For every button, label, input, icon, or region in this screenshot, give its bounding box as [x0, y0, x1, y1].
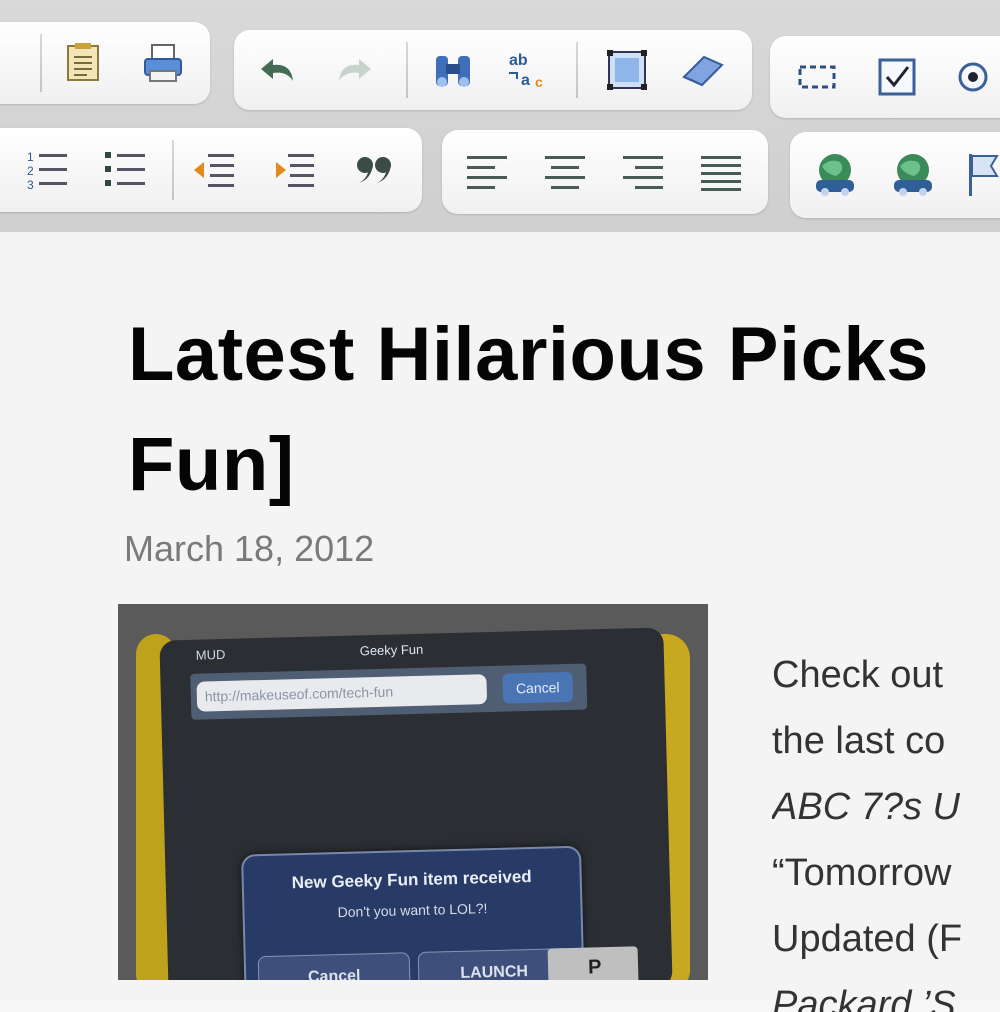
toolbar-group-links	[790, 132, 1000, 218]
print-button[interactable]	[140, 40, 186, 86]
anchor-button[interactable]	[960, 152, 1000, 198]
paste-button[interactable]	[60, 40, 106, 86]
align-left-icon	[467, 156, 507, 189]
toolbar-group-align	[442, 130, 768, 214]
align-right-icon	[623, 156, 663, 189]
redo-icon	[339, 59, 371, 81]
eraser-icon	[682, 55, 724, 87]
toolbar-group-edit: ab a c	[234, 30, 752, 110]
body-line: Updated (F	[772, 918, 963, 960]
bulleted-list-icon	[105, 152, 145, 186]
redo-button[interactable]	[332, 47, 378, 93]
alert-cancel-button: Cancel	[257, 952, 411, 980]
align-left-button[interactable]	[464, 149, 510, 195]
app-title: Geeky Fun	[359, 641, 424, 659]
radio-icon	[958, 62, 988, 92]
align-right-button[interactable]	[620, 149, 666, 195]
post-image: MUD Geeky Fun http://makeuseof.com/tech-…	[118, 604, 708, 980]
eraser-button[interactable]	[680, 47, 726, 93]
separator	[40, 34, 42, 92]
toolbar-group-forms	[770, 36, 1000, 118]
checkbox-icon	[878, 58, 916, 96]
svg-text:1: 1	[27, 150, 34, 164]
indent-icon	[276, 154, 314, 187]
find-button[interactable]	[430, 47, 476, 93]
justify-button[interactable]	[698, 149, 744, 195]
replace-icon: ab a c	[509, 52, 543, 90]
separator	[406, 42, 408, 98]
numbered-list-button[interactable]: 1 2 3	[24, 147, 70, 193]
alert-message: Don't you want to LOL?!	[337, 900, 488, 921]
unlink-icon	[894, 154, 932, 196]
body-line: ABC 7?s U	[772, 786, 960, 828]
notification-alert: New Geeky Fun item received Don't you wa…	[241, 845, 585, 980]
post-date: March 18, 2012	[124, 528, 375, 569]
print-icon	[144, 44, 182, 82]
body-line: Check out	[772, 654, 944, 696]
alert-title: New Geeky Fun item received	[291, 866, 532, 893]
paste-icon	[67, 43, 99, 81]
blockquote-button[interactable]	[352, 147, 398, 193]
body-line: the last co	[772, 720, 946, 762]
separator	[576, 42, 578, 98]
blockquote-icon	[357, 157, 391, 183]
toolbar-group-clipboard	[0, 22, 210, 104]
separator	[172, 140, 174, 200]
post-title[interactable]: Latest Hilarious Picks Fun]	[128, 300, 1000, 520]
find-icon	[436, 56, 470, 87]
post-body: Check out the last co ABC 7?s U “Tomorro…	[772, 642, 1000, 1012]
svg-text:3: 3	[27, 178, 34, 192]
svg-text:a: a	[521, 72, 530, 89]
outdent-icon	[194, 154, 234, 187]
checkbox-button[interactable]	[874, 54, 920, 100]
svg-text:ab: ab	[509, 52, 528, 69]
text-field-button[interactable]	[794, 54, 840, 100]
anchor-flag-icon	[969, 154, 999, 196]
svg-text:2: 2	[27, 164, 34, 178]
toolbar-group-lists: 1 2 3	[0, 128, 422, 212]
undo-icon	[261, 59, 293, 81]
align-center-button[interactable]	[542, 149, 588, 195]
justify-icon	[701, 156, 741, 191]
select-all-icon	[607, 50, 647, 90]
body-line: “Tomorrow	[772, 852, 952, 894]
link-icon	[816, 154, 854, 196]
replace-button[interactable]: ab a c	[502, 47, 548, 93]
remove-link-button[interactable]	[890, 152, 936, 198]
body-line: Packard ’S	[772, 984, 956, 1012]
editor-toolbar: ab a c 1 2 3	[0, 0, 1000, 232]
select-all-button[interactable]	[604, 47, 650, 93]
outdent-button[interactable]	[192, 147, 238, 193]
insert-link-button[interactable]	[812, 152, 858, 198]
numbered-list-icon: 1 2 3	[27, 150, 67, 192]
svg-text:c: c	[535, 74, 543, 90]
align-center-icon	[545, 156, 585, 189]
keyboard-key: P	[547, 946, 639, 980]
dashed-box-icon	[798, 65, 836, 89]
url-cancel-button: Cancel	[502, 671, 574, 704]
phone-screen: MUD Geeky Fun http://makeuseof.com/tech-…	[159, 627, 673, 980]
indent-button[interactable]	[272, 147, 318, 193]
undo-button[interactable]	[254, 47, 300, 93]
status-bar: MUD	[195, 646, 226, 663]
radio-button[interactable]	[950, 54, 996, 100]
bulleted-list-button[interactable]	[102, 147, 148, 193]
